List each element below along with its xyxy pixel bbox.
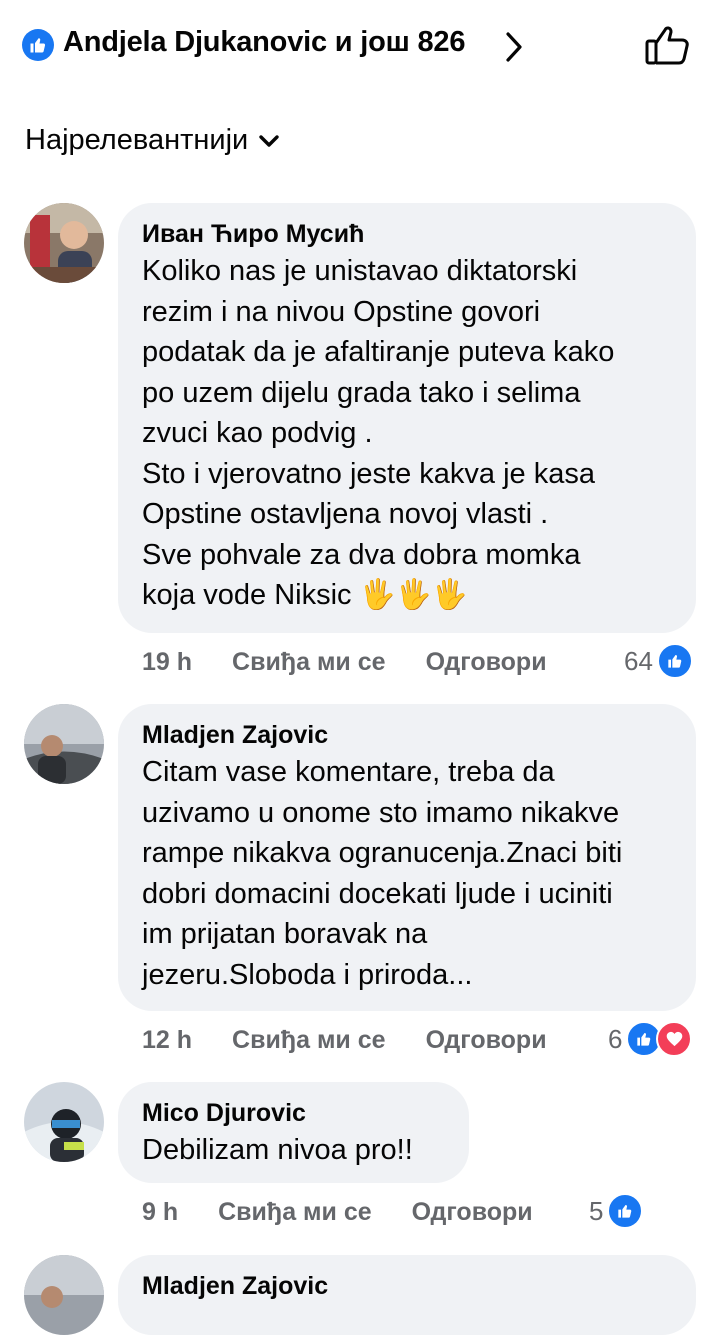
reaction-count: 6 [608,1023,623,1054]
reactions-header: Andjela Djukanovic и још 826 [0,0,720,92]
comment-actions: 12 h Свиђа ми се Одговори [142,1026,547,1055]
thumbs-up-outline-icon[interactable] [644,24,690,66]
sort-dropdown[interactable]: Најрелевантнији [25,124,280,157]
comment-author[interactable]: Mladjen Zajovic [142,1269,672,1303]
avatar[interactable] [24,1255,104,1335]
reply-button[interactable]: Одговори [426,1026,547,1055]
reply-button[interactable]: Одговори [412,1198,533,1227]
comment-text: Citam vase komentare, treba da uzivamo u… [142,756,623,991]
like-reaction-icon [656,643,693,679]
comment-actions: 19 h Свиђа ми се Одговори [142,648,547,677]
reaction-summary[interactable]: 64 [624,643,693,679]
like-button[interactable]: Свиђа ми се [218,1198,372,1227]
comment-text: Debilizam nivoa pro!! [142,1134,413,1166]
avatar[interactable] [24,704,104,784]
comment-author[interactable]: Иван Ћиро Мусић [142,217,672,251]
chevron-right-icon[interactable] [502,30,526,64]
comment-bubble[interactable]: Mico Djurovic Debilizam nivoa pro!! [118,1082,469,1183]
comment-actions: 9 h Свиђа ми се Одговори [142,1198,533,1227]
like-button[interactable]: Свиђа ми се [232,1026,386,1055]
sort-label: Најрелевантнији [25,124,249,156]
chevron-down-icon [259,134,279,147]
love-reaction-icon [656,1021,693,1057]
reactors-summary[interactable]: Andjela Djukanovic и још 826 [63,26,465,59]
comment-bubble[interactable]: Mladjen Zajovic Citam vase komentare, tr… [118,704,696,1011]
comment-text: Koliko nas je unistavao diktatorski rezi… [142,255,615,611]
reaction-count: 64 [624,645,653,676]
comment-time[interactable]: 19 h [142,648,192,677]
reaction-count: 5 [589,1195,604,1226]
like-reaction-icon [607,1193,644,1229]
raised-hand-emoji: 🖐🖐🖐 [359,579,468,611]
like-icon [22,29,54,61]
comment-bubble[interactable]: Mladjen Zajovic [118,1255,696,1335]
like-button[interactable]: Свиђа ми се [232,648,386,677]
reply-button[interactable]: Одговори [426,648,547,677]
reaction-summary[interactable]: 6 [608,1021,693,1057]
reaction-summary[interactable]: 5 [589,1193,644,1229]
comment-time[interactable]: 9 h [142,1198,178,1227]
comment-author[interactable]: Mico Djurovic [142,1096,445,1130]
comment-time[interactable]: 12 h [142,1026,192,1055]
avatar[interactable] [24,1082,104,1162]
comment-bubble[interactable]: Иван Ћиро Мусић Koliko nas je unistavao … [118,203,696,633]
comment-author[interactable]: Mladjen Zajovic [142,718,672,752]
avatar[interactable] [24,203,104,283]
